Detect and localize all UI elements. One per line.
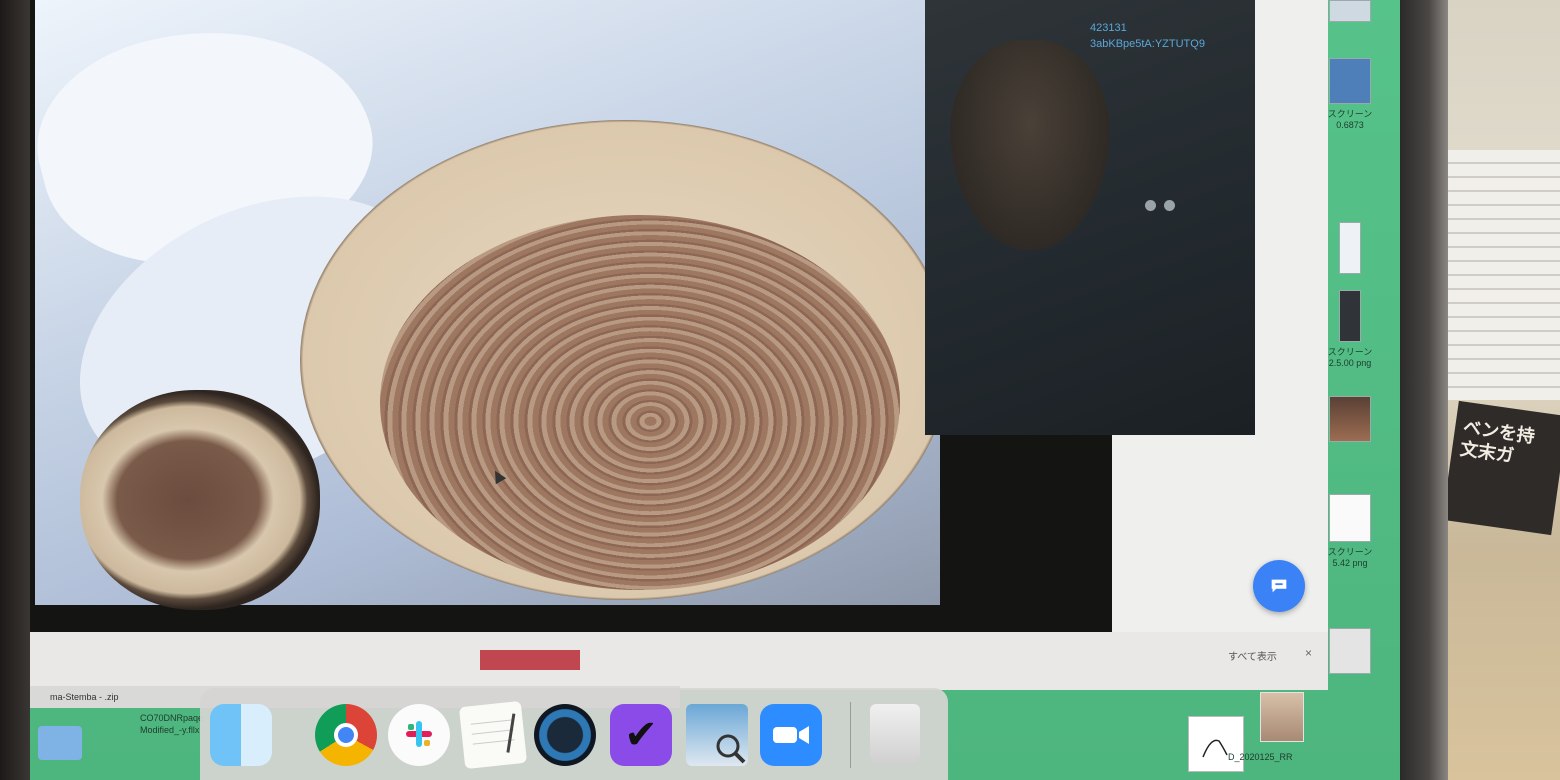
trash-icon[interactable] [870, 704, 920, 766]
tree-rings [380, 215, 900, 590]
red-strip [480, 650, 580, 670]
desktop-file[interactable]: スクリーン 5.42 png [1320, 494, 1380, 568]
flyer-title: ベンを持 文末ガ [1458, 416, 1537, 467]
preview-icon[interactable] [686, 704, 748, 766]
chat-line-1: 423131 [1090, 22, 1127, 34]
download-file-name: ma-Stemba - .zip [50, 692, 119, 702]
chrome-icon[interactable] [315, 704, 377, 766]
signature-icon [1202, 739, 1228, 758]
photo-file-label: D_2020125_RR [1228, 752, 1293, 762]
desktop-file[interactable]: スクリーン 2.5.00 png [1320, 290, 1380, 368]
dot-icon[interactable] [1164, 200, 1175, 211]
chat-line-2: 3abKBpe5tA:YZTUTQ9 [1090, 38, 1205, 50]
paper-flyer: ベンを持 文末ガ [1442, 400, 1560, 536]
video-controls[interactable] [1145, 198, 1185, 211]
desktop-file[interactable]: スクリーン 0.6873 [1320, 58, 1380, 130]
dock-separator [850, 702, 851, 768]
desktop-file[interactable] [1320, 222, 1380, 277]
slack-icon[interactable] [388, 704, 450, 766]
desktop-file[interactable] [1320, 0, 1380, 25]
desktop-doc-label[interactable]: CO70DNRpaqe Modified_-y.fllx [140, 712, 203, 736]
small-log [80, 390, 320, 610]
meeting-bottom-bar [30, 632, 1328, 690]
desktop-file-label: スクリーン 0.6873 [1327, 109, 1373, 130]
desktop-file-label: スクリーン 2.5.00 png [1327, 347, 1373, 368]
zoom-icon[interactable] [760, 704, 822, 766]
participant-face [950, 40, 1110, 250]
desktop-file[interactable] [1320, 628, 1380, 677]
laptop-bezel-left [0, 0, 30, 780]
signature-file[interactable] [1188, 716, 1244, 772]
chat-bubble-icon [1271, 579, 1287, 593]
folder-icon[interactable] [38, 726, 82, 760]
finder-icon[interactable] [210, 704, 272, 766]
chat-overlay-text: 423131 3abKBpe5tA:YZTUTQ9 [1090, 20, 1205, 52]
chat-button[interactable] [1253, 560, 1305, 612]
window-blind [1448, 150, 1560, 400]
close-button[interactable]: × [1305, 646, 1312, 660]
show-all-link[interactable]: すべて表示 [1228, 648, 1277, 663]
dot-icon[interactable] [1145, 200, 1156, 211]
quicktime-icon[interactable] [534, 704, 596, 766]
laptop-bezel-right [1400, 0, 1448, 780]
notes-icon[interactable] [458, 700, 528, 770]
desktop-file-label: スクリーン 5.42 png [1327, 547, 1373, 568]
checkmark-icon[interactable]: ✔ [610, 704, 672, 766]
desktop-file[interactable] [1320, 396, 1380, 445]
photo-file[interactable] [1260, 692, 1304, 742]
